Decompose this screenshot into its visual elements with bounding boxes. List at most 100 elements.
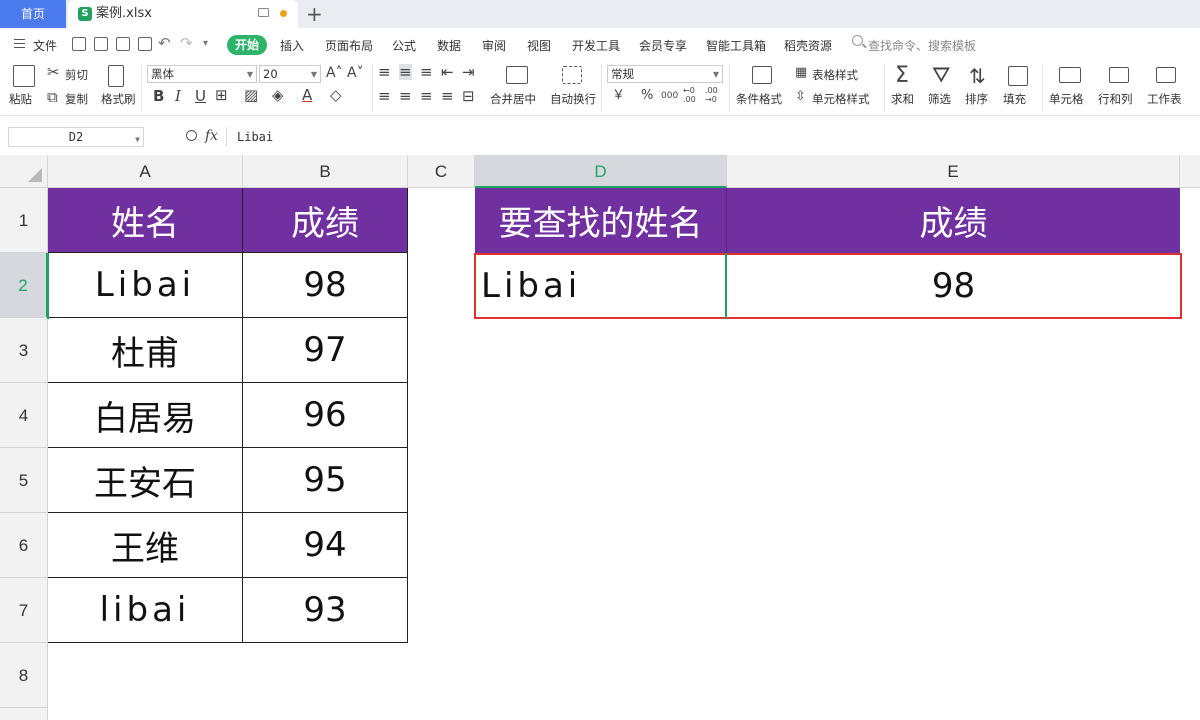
filter-button[interactable]: 筛选 xyxy=(928,91,951,107)
cell-b4[interactable]: 96 xyxy=(243,383,408,448)
hamburger-icon[interactable] xyxy=(14,39,25,48)
function-icon[interactable]: fx xyxy=(205,128,218,144)
monitor-icon[interactable] xyxy=(258,8,269,17)
menu-smart-tools[interactable]: 智能工具箱 xyxy=(706,37,766,54)
align-middle-icon[interactable]: ≡ xyxy=(399,64,412,80)
menu-start[interactable]: 开始 xyxy=(227,35,267,55)
row-header-5[interactable]: 5 xyxy=(0,448,48,513)
table-style-icon[interactable]: ▦ xyxy=(795,65,807,81)
sum-button[interactable]: 求和 xyxy=(891,91,914,107)
fill-pattern-icon[interactable]: ▨ xyxy=(244,87,258,103)
copy-button[interactable]: 复制 xyxy=(65,91,88,107)
print-icon[interactable] xyxy=(116,37,130,51)
copy-icon[interactable]: ⧉ xyxy=(47,89,58,105)
column-header-f[interactable] xyxy=(1180,155,1200,188)
conditional-format-button[interactable]: 条件格式 xyxy=(736,91,782,107)
cell-b7[interactable]: 93 xyxy=(243,578,408,643)
bold-icon[interactable]: B xyxy=(153,88,164,104)
align-center-icon[interactable]: ≡ xyxy=(399,88,412,104)
column-header-d[interactable]: D xyxy=(475,155,727,188)
menu-docer[interactable]: 稻壳资源 xyxy=(784,37,832,54)
align-right-icon[interactable]: ≡ xyxy=(420,88,433,104)
sum-icon[interactable]: Σ xyxy=(895,64,909,88)
fill-button[interactable]: 填充 xyxy=(1003,91,1026,107)
font-size-select[interactable]: 20 ▼ xyxy=(259,65,321,83)
cell-style-button[interactable]: 单元格样式 xyxy=(812,91,870,107)
cell-b5[interactable]: 95 xyxy=(243,448,408,513)
table-style-button[interactable]: 表格样式 xyxy=(812,67,858,83)
cell-style-icon[interactable]: ⇳ xyxy=(795,89,806,105)
save-icon[interactable] xyxy=(72,37,86,51)
zoom-icon[interactable] xyxy=(186,130,197,141)
cell-b6[interactable]: 94 xyxy=(243,513,408,578)
row-header-7[interactable]: 7 xyxy=(0,578,48,643)
row-header-4[interactable]: 4 xyxy=(0,383,48,448)
increase-font-icon[interactable]: A˄ xyxy=(326,65,343,81)
currency-icon[interactable]: ￥ xyxy=(612,88,625,104)
fill-icon[interactable] xyxy=(1008,66,1028,86)
increase-decimal-icon[interactable]: ←0 .00 xyxy=(683,86,699,104)
menu-formulas[interactable]: 公式 xyxy=(392,37,416,54)
column-header-b[interactable]: B xyxy=(243,155,408,188)
menu-page-layout[interactable]: 页面布局 xyxy=(325,37,373,54)
menu-insert[interactable]: 插入 xyxy=(280,37,304,54)
row-col-icon[interactable] xyxy=(1109,67,1129,83)
format-painter-icon[interactable] xyxy=(108,65,124,87)
quick-access-dropdown-icon[interactable]: ▾ xyxy=(203,38,208,49)
row-header-3[interactable]: 3 xyxy=(0,318,48,383)
italic-icon[interactable]: I xyxy=(175,88,181,104)
row-header-1[interactable]: 1 xyxy=(0,188,48,253)
row-header-8[interactable]: 8 xyxy=(0,643,48,708)
cell-a3[interactable]: 杜甫 xyxy=(48,318,243,383)
border-icon[interactable]: ⊞ xyxy=(215,87,228,103)
formula-input[interactable]: Libai xyxy=(226,127,1196,147)
cell-b1[interactable]: 成绩 xyxy=(243,188,408,253)
redo-icon[interactable]: ↷ xyxy=(180,34,193,52)
column-header-e[interactable]: E xyxy=(727,155,1180,188)
clear-format-icon[interactable]: ◇ xyxy=(330,87,342,103)
align-top-icon[interactable]: ≡ xyxy=(378,64,391,80)
row-col-button[interactable]: 行和列 xyxy=(1098,91,1133,107)
cell-a2[interactable]: Libai xyxy=(48,253,243,318)
column-header-c[interactable]: C xyxy=(408,155,475,188)
cell-b3[interactable]: 97 xyxy=(243,318,408,383)
sort-button[interactable]: 排序 xyxy=(965,91,988,107)
scissors-icon[interactable]: ✂ xyxy=(47,64,60,80)
cell-e1[interactable]: 成绩 xyxy=(727,188,1180,253)
new-tab-icon[interactable]: + xyxy=(306,1,323,27)
name-box[interactable]: D2 ▼ xyxy=(8,127,144,147)
increase-indent-icon[interactable]: ⇥ xyxy=(462,64,475,80)
filter-icon[interactable]: ⛛ xyxy=(932,64,950,88)
underline-icon[interactable]: U xyxy=(195,88,206,104)
row-header-9[interactable] xyxy=(0,708,48,720)
cell-icon[interactable] xyxy=(1059,67,1081,83)
cell-a5[interactable]: 王安石 xyxy=(48,448,243,513)
justify-icon[interactable]: ≡ xyxy=(441,88,454,104)
cut-button[interactable]: 剪切 xyxy=(65,67,88,83)
merge-center-button[interactable]: 合并居中 xyxy=(490,91,536,107)
thousands-icon[interactable]: 000 xyxy=(661,88,678,104)
row-header-6[interactable]: 6 xyxy=(0,513,48,578)
distributed-icon[interactable]: ⊟ xyxy=(462,88,475,104)
menu-file[interactable]: 文件 xyxy=(33,37,57,54)
column-header-a[interactable]: A xyxy=(48,155,243,188)
fill-color-icon[interactable]: ◈ xyxy=(272,87,284,103)
cell-button[interactable]: 单元格 xyxy=(1049,91,1084,107)
undo-icon[interactable]: ↶ xyxy=(158,34,171,52)
row-header-2[interactable]: 2 xyxy=(0,253,48,318)
align-bottom-icon[interactable]: ≡ xyxy=(420,64,433,80)
menu-data[interactable]: 数据 xyxy=(437,37,461,54)
percent-icon[interactable]: % xyxy=(641,88,653,104)
decrease-indent-icon[interactable]: ⇤ xyxy=(441,64,454,80)
decrease-decimal-icon[interactable]: .00 →0 xyxy=(705,86,721,104)
worksheet-icon[interactable] xyxy=(1156,67,1176,83)
search-icon[interactable] xyxy=(852,35,863,46)
menu-member[interactable]: 会员专享 xyxy=(639,37,687,54)
export-icon[interactable] xyxy=(94,37,108,51)
sort-icon[interactable]: ⇅ xyxy=(969,64,986,88)
paste-button[interactable]: 粘贴 xyxy=(9,91,32,107)
menu-developer[interactable]: 开发工具 xyxy=(572,37,620,54)
cell-a1[interactable]: 姓名 xyxy=(48,188,243,253)
command-search[interactable]: 查找命令、搜索模板 xyxy=(868,37,976,54)
format-painter-button[interactable]: 格式刷 xyxy=(101,91,136,107)
